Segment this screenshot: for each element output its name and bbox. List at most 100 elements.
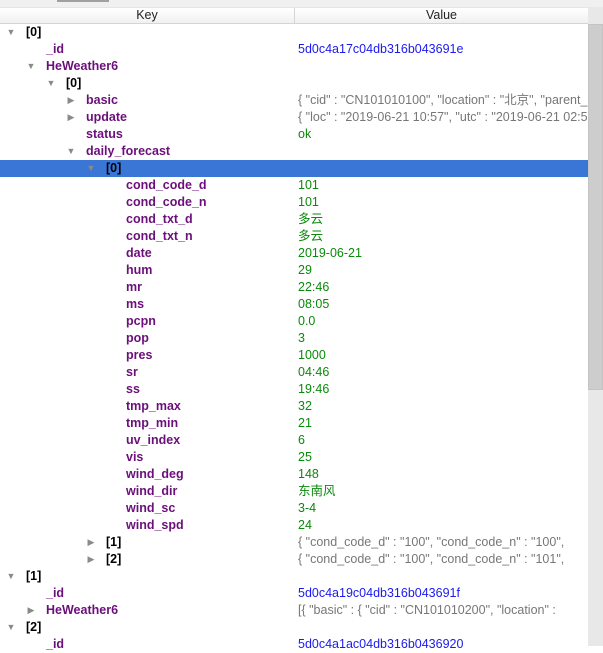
- row-key: [0]: [66, 76, 82, 90]
- expand-arrow-down-icon[interactable]: ▼: [6, 568, 16, 585]
- row-key: mr: [126, 280, 142, 294]
- collapse-arrow-right-icon[interactable]: ▶: [66, 92, 76, 109]
- row-value: 21: [298, 416, 312, 430]
- tree-row[interactable]: ss 19:46: [0, 381, 588, 398]
- row-value: 24: [298, 518, 312, 532]
- row-key: date: [126, 246, 152, 260]
- row-key: sr: [126, 365, 138, 379]
- tree-row[interactable]: mr 22:46: [0, 279, 588, 296]
- tree-row[interactable]: cond_code_n 101: [0, 194, 588, 211]
- expand-arrow-down-icon[interactable]: ▼: [6, 24, 16, 41]
- expand-arrow-down-icon[interactable]: ▼: [46, 75, 56, 92]
- tree-row[interactable]: ▶ HeWeather6 [{ "basic" : { "cid" : "CN101…: [0, 602, 588, 619]
- row-value: 29: [298, 263, 312, 277]
- tree-row[interactable]: hum 29: [0, 262, 588, 279]
- collapse-arrow-right-icon[interactable]: ▶: [26, 602, 36, 619]
- row-key: pop: [126, 331, 149, 345]
- row-value: 08:05: [298, 297, 330, 311]
- tree-row[interactable]: uv_index 6: [0, 432, 588, 449]
- row-key: _id: [46, 586, 65, 600]
- tree-row[interactable]: ▼ [0]: [0, 160, 588, 177]
- value-column-header[interactable]: Value: [295, 8, 588, 24]
- tree-row[interactable]: wind_deg 148: [0, 466, 588, 483]
- row-key: ms: [126, 297, 145, 311]
- row-value: 2019-06-21: [298, 246, 362, 260]
- toolbar-strip: [0, 0, 603, 7]
- row-key: wind_deg: [126, 467, 184, 481]
- tree-row[interactable]: tmp_max 32: [0, 398, 588, 415]
- tree-row[interactable]: ▼ [0]: [0, 24, 588, 41]
- row-key: HeWeather6: [46, 59, 119, 73]
- tree-row[interactable]: status ok: [0, 126, 588, 143]
- row-key: basic: [86, 93, 118, 107]
- row-value: 5d0c4a19c04db316b043691f: [298, 586, 460, 600]
- row-key: [1]: [26, 569, 42, 583]
- row-value: 19:46: [298, 382, 330, 396]
- row-value: 32: [298, 399, 312, 413]
- collapse-arrow-right-icon[interactable]: ▶: [86, 551, 96, 568]
- expand-arrow-down-icon[interactable]: ▼: [86, 160, 96, 177]
- scrollbar-thumb[interactable]: [588, 24, 603, 390]
- row-key: [2]: [26, 620, 42, 634]
- row-value: ok: [298, 127, 312, 141]
- row-key: pcpn: [126, 314, 156, 328]
- tree-row[interactable]: cond_txt_d 多云: [0, 211, 588, 228]
- tree-row[interactable]: _id 5d0c4a17c04db316b043691e: [0, 41, 588, 58]
- tree-row[interactable]: sr 04:46: [0, 364, 588, 381]
- row-value: 148: [298, 467, 319, 481]
- row-key: wind_sc: [126, 501, 176, 515]
- expand-arrow-down-icon[interactable]: ▼: [26, 58, 36, 75]
- row-key: wind_dir: [126, 484, 178, 498]
- tree-row[interactable]: wind_spd 24: [0, 517, 588, 534]
- tree-row[interactable]: wind_dir 东南风: [0, 483, 588, 500]
- row-value: { "cid" : "CN101010100", "location" : "北…: [298, 93, 588, 107]
- tree-view: ▼ [0] _id 5d0c4a17c04db316b043691e ▼ HeWeathe…: [0, 24, 588, 653]
- tree-row[interactable]: ▼ [2]: [0, 619, 588, 636]
- row-key: cond_code_n: [126, 195, 207, 209]
- collapse-arrow-right-icon[interactable]: ▶: [66, 109, 76, 126]
- tree-row[interactable]: wind_sc 3-4: [0, 500, 588, 517]
- row-key: HeWeather6: [46, 603, 119, 617]
- tree-row[interactable]: cond_txt_n 多云: [0, 228, 588, 245]
- tree-row[interactable]: pres 1000: [0, 347, 588, 364]
- collapse-arrow-right-icon[interactable]: ▶: [86, 534, 96, 551]
- row-key: ss: [126, 382, 140, 396]
- row-key: [1]: [106, 535, 122, 549]
- row-value: [{ "basic" : { "cid" : "CN101010200", "l…: [298, 603, 556, 617]
- tab-indicator: [57, 0, 109, 2]
- tree-row[interactable]: tmp_min 21: [0, 415, 588, 432]
- tree-row[interactable]: ▼ [0]: [0, 75, 588, 92]
- row-value: 101: [298, 178, 319, 192]
- row-key: tmp_min: [126, 416, 179, 430]
- tree-row[interactable]: ▼ [1]: [0, 568, 588, 585]
- tree-row[interactable]: ▶ update { "loc" : "2019-06-21 10:57", "ut…: [0, 109, 588, 126]
- tree-row[interactable]: pop 3: [0, 330, 588, 347]
- tree-row[interactable]: ▶ [2] { "cond_code_d" : "100", "cond_code_…: [0, 551, 588, 568]
- tree-row[interactable]: vis 25: [0, 449, 588, 466]
- row-key: cond_txt_d: [126, 212, 193, 226]
- row-key: [0]: [26, 25, 42, 39]
- tree-row[interactable]: pcpn 0.0: [0, 313, 588, 330]
- expand-arrow-down-icon[interactable]: ▼: [66, 143, 76, 160]
- row-value: 3: [298, 331, 305, 345]
- tree-row[interactable]: ▼ daily_forecast: [0, 143, 588, 160]
- tree-row[interactable]: _id 5d0c4a19c04db316b043691f: [0, 585, 588, 602]
- row-value: { "loc" : "2019-06-21 10:57", "utc" : "2…: [298, 110, 588, 124]
- row-key: hum: [126, 263, 153, 277]
- row-value: 04:46: [298, 365, 330, 379]
- tree-row[interactable]: date 2019-06-21: [0, 245, 588, 262]
- tree-row[interactable]: ▶ [1] { "cond_code_d" : "100", "cond_code_…: [0, 534, 588, 551]
- row-value: { "cond_code_d" : "100", "cond_code_n" :…: [298, 552, 565, 566]
- tree-row[interactable]: cond_code_d 101: [0, 177, 588, 194]
- row-key: uv_index: [126, 433, 181, 447]
- tree-row[interactable]: ▶ basic { "cid" : "CN101010100", "location…: [0, 92, 588, 109]
- tree-row[interactable]: ▼ HeWeather6: [0, 58, 588, 75]
- tree-row[interactable]: _id 5d0c4a1ac04db316b0436920: [0, 636, 588, 653]
- tree-row[interactable]: ms 08:05: [0, 296, 588, 313]
- expand-arrow-down-icon[interactable]: ▼: [6, 619, 16, 636]
- row-value: 3-4: [298, 501, 317, 515]
- row-key: tmp_max: [126, 399, 181, 413]
- key-column-header[interactable]: Key: [0, 8, 295, 24]
- row-value: 5d0c4a17c04db316b043691e: [298, 42, 464, 56]
- row-key: wind_spd: [126, 518, 184, 532]
